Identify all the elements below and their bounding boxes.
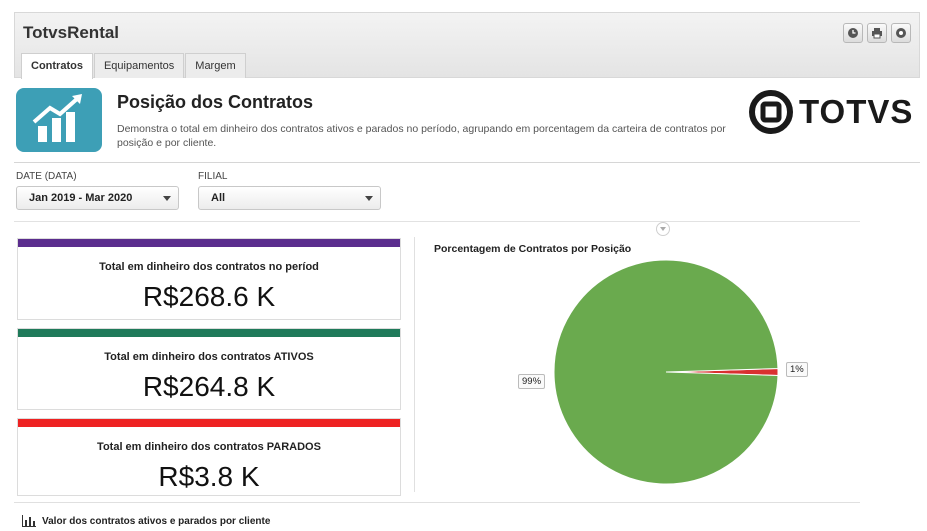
totvs-logo-icon xyxy=(749,90,793,134)
tab-contratos[interactable]: Contratos xyxy=(21,53,93,79)
dashboard-header: Posição dos Contratos Demonstra o total … xyxy=(14,86,920,160)
kpi-card-value: R$264.8 K xyxy=(142,371,276,402)
kpi-card-value: R$3.8 K xyxy=(158,461,260,492)
toolbar-icons xyxy=(843,23,911,43)
clock-icon[interactable] xyxy=(843,23,863,43)
kpi-card-label: Total em dinheiro dos contratos PARADOS xyxy=(97,441,321,453)
kpi-card-ativos: Total em dinheiro dos contratos ATIVOS R… xyxy=(17,328,401,410)
app-header: TotvsRental Contratos Equipamentos Marge… xyxy=(14,12,920,79)
divider xyxy=(414,237,415,492)
chevron-down-icon xyxy=(156,187,178,209)
page-description: Demonstra o total em dinheiro dos contra… xyxy=(117,123,726,149)
gear-icon[interactable] xyxy=(891,23,911,43)
tab-equipamentos[interactable]: Equipamentos xyxy=(93,53,185,78)
page-title: Posição dos Contratos xyxy=(117,92,314,112)
kpi-card-label: Total em dinheiro dos contratos ATIVOS xyxy=(104,351,314,363)
date-filter-value: Jan 2019 - Mar 2020 xyxy=(29,192,133,204)
kpi-card-label: Total em dinheiro dos contratos no perío… xyxy=(99,261,319,273)
collapse-toggle-icon[interactable] xyxy=(656,222,670,236)
divider xyxy=(14,221,860,222)
bar-chart-icon xyxy=(22,515,36,527)
pie-chart xyxy=(553,259,779,485)
brand-name: TOTVS xyxy=(799,93,914,130)
kpi-card-accent xyxy=(18,239,400,247)
divider xyxy=(14,162,920,163)
chart-logo-icon xyxy=(16,88,102,152)
divider xyxy=(14,502,860,503)
tab-margem[interactable]: Margem xyxy=(185,53,246,78)
print-icon[interactable] xyxy=(867,23,887,43)
tab-bar: Contratos Equipamentos Margem xyxy=(21,53,247,79)
filial-filter-select[interactable]: All xyxy=(198,186,381,210)
kpi-card-accent xyxy=(18,419,400,427)
app-title: TotvsRental xyxy=(23,23,120,42)
chart-title: Porcentagem de Contratos por Posição xyxy=(434,243,632,255)
totvs-logo: TOTVS xyxy=(749,90,913,134)
date-filter-label: DATE (DATA) xyxy=(16,171,77,182)
chevron-down-icon xyxy=(358,187,380,209)
footer-title: Valor dos contratos ativos e parados por… xyxy=(42,515,271,527)
pie-slice-label: 1% xyxy=(786,362,808,377)
pie-slice-label: 99% xyxy=(518,374,546,389)
kpi-card-accent xyxy=(18,329,400,337)
kpi-card-parados: Total em dinheiro dos contratos PARADOS … xyxy=(17,418,401,496)
filial-filter-label: FILIAL xyxy=(198,171,228,182)
section-footer: Valor dos contratos ativos e parados por… xyxy=(22,515,270,527)
kpi-card-total: Total em dinheiro dos contratos no perío… xyxy=(17,238,401,320)
date-filter-select[interactable]: Jan 2019 - Mar 2020 xyxy=(16,186,179,210)
filial-filter-value: All xyxy=(211,192,226,204)
kpi-card-value: R$268.6 K xyxy=(142,281,276,312)
